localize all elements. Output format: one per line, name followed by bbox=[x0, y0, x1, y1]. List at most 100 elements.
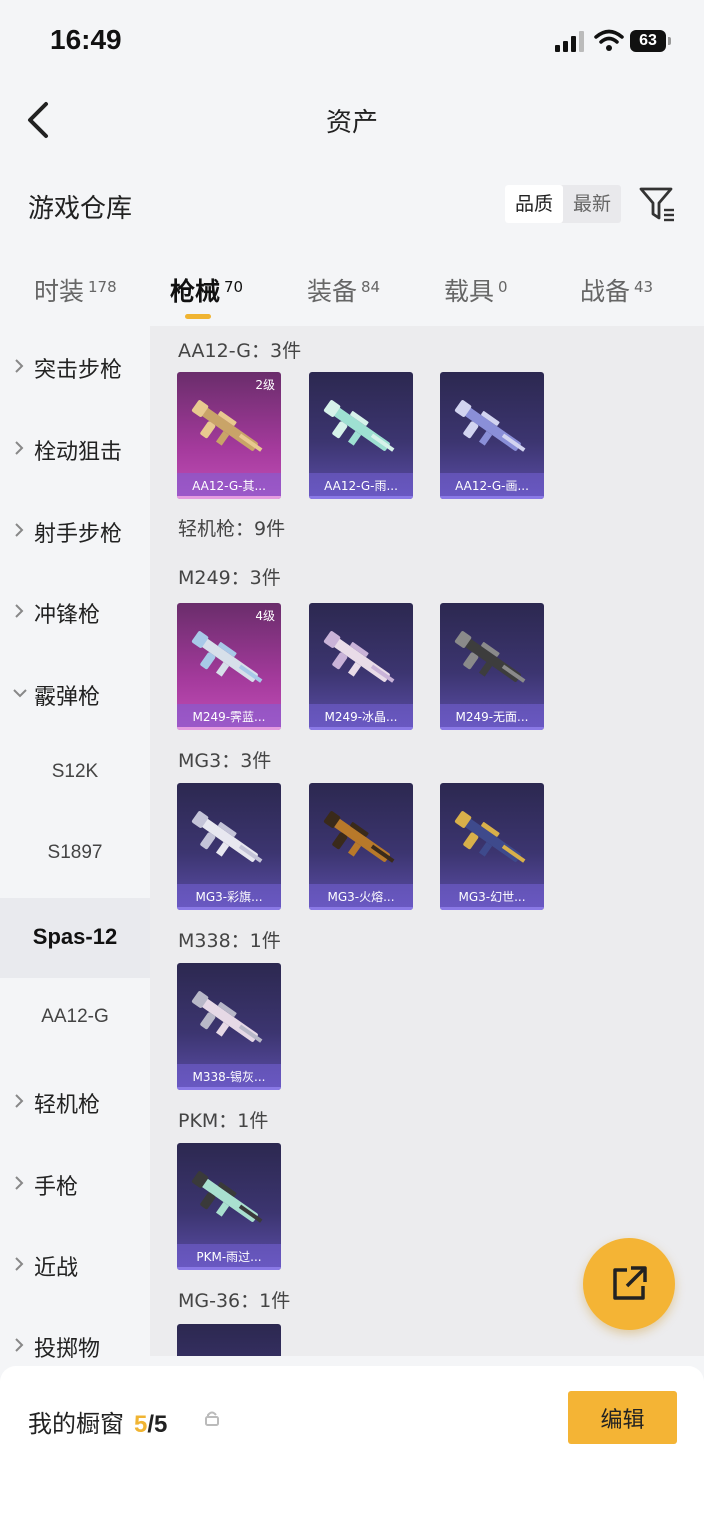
sidebar-item-label: 轻机枪 bbox=[34, 1093, 101, 1118]
sidebar-item-assault-rifle[interactable]: 突击步枪 bbox=[0, 338, 150, 398]
section-title: 游戏仓库 bbox=[28, 194, 133, 224]
edit-button[interactable]: 编辑 bbox=[568, 1391, 677, 1444]
weapon-card[interactable]: M249-冰晶... bbox=[309, 603, 413, 730]
weapon-image-icon bbox=[323, 631, 395, 683]
rarity-stripe bbox=[440, 907, 544, 910]
lock-icon bbox=[205, 1411, 219, 1426]
weapon-card[interactable] bbox=[177, 1324, 281, 1356]
weapon-card[interactable]: AA12-G-画... bbox=[440, 372, 544, 499]
group-title: M249：3件 bbox=[178, 567, 281, 589]
weapon-image-icon bbox=[454, 400, 526, 452]
sort-option-quality[interactable]: 品质 bbox=[505, 185, 563, 223]
chevron-right-icon bbox=[15, 1176, 24, 1190]
sidebar-subitem-s1897[interactable]: S1897 bbox=[0, 828, 150, 888]
showcase-total: /5 bbox=[147, 1411, 168, 1438]
sidebar-item-melee[interactable]: 近战 bbox=[0, 1236, 150, 1296]
weapon-image-icon bbox=[191, 631, 263, 683]
sidebar-item-lmg[interactable]: 轻机枪 bbox=[0, 1073, 150, 1133]
rarity-stripe bbox=[440, 727, 544, 730]
rarity-stripe bbox=[440, 496, 544, 499]
rarity-stripe bbox=[177, 1087, 281, 1090]
sort-option-latest[interactable]: 最新 bbox=[563, 185, 621, 223]
sidebar-subitem-s12k[interactable]: S12K bbox=[0, 747, 150, 807]
showcase-current: 5 bbox=[134, 1411, 148, 1438]
rarity-stripe bbox=[309, 727, 413, 730]
weapon-card[interactable]: M338-锡灰... bbox=[177, 963, 281, 1090]
chevron-right-icon bbox=[15, 1257, 24, 1271]
weapon-card[interactable]: MG3-彩旗... bbox=[177, 783, 281, 910]
category-tabs: 时装 178 枪械 70 装备 84 载具 0 战备 43 bbox=[0, 262, 704, 326]
wifi-icon bbox=[594, 29, 624, 51]
rarity-stripe bbox=[177, 496, 281, 499]
sidebar-subitem-aa12g[interactable]: AA12-G bbox=[0, 992, 150, 1052]
tab-supplies[interactable]: 战备 43 bbox=[580, 272, 653, 308]
sidebar-item-label: 冲锋枪 bbox=[34, 603, 101, 628]
active-tab-indicator bbox=[185, 314, 211, 319]
weapon-card[interactable]: MG3-火熔... bbox=[309, 783, 413, 910]
battery-icon: 63 bbox=[630, 30, 671, 52]
group-title: PKM：1件 bbox=[178, 1110, 269, 1132]
weapon-image-icon bbox=[454, 631, 526, 683]
sidebar-item-label: S1897 bbox=[47, 842, 103, 863]
tab-firearms[interactable]: 枪械 70 bbox=[170, 272, 243, 308]
battery-level: 63 bbox=[630, 30, 666, 52]
sidebar-item-label: S12K bbox=[51, 761, 99, 782]
sidebar-item-label: 霰弹枪 bbox=[34, 685, 101, 710]
weapon-image-icon bbox=[185, 1342, 273, 1356]
chevron-right-icon bbox=[15, 604, 24, 618]
sidebar-item-label: AA12-G bbox=[41, 1006, 109, 1027]
sidebar-item-shotgun[interactable]: 霰弹枪 bbox=[0, 665, 150, 725]
chevron-down-icon bbox=[13, 689, 27, 698]
rarity-stripe bbox=[177, 907, 281, 910]
weapon-card[interactable]: 2级 AA12-G-其... bbox=[177, 372, 281, 499]
sidebar-item-label: Spas-12 bbox=[32, 924, 118, 949]
sidebar-item-bolt-sniper[interactable]: 栓动狙击 bbox=[0, 420, 150, 480]
external-link-icon bbox=[613, 1266, 647, 1300]
chevron-right-icon bbox=[15, 359, 24, 373]
weapon-image-icon bbox=[191, 400, 263, 452]
chevron-right-icon bbox=[15, 1338, 24, 1352]
group-title: MG3：3件 bbox=[178, 750, 272, 772]
weapon-card[interactable]: 4级 M249-霁蓝... bbox=[177, 603, 281, 730]
share-button[interactable] bbox=[583, 1238, 675, 1330]
page-title: 资产 bbox=[325, 108, 378, 138]
sidebar-item-label: 近战 bbox=[34, 1256, 79, 1281]
rarity-stripe bbox=[177, 727, 281, 730]
weapon-image-icon bbox=[191, 1171, 263, 1223]
sort-toggle: 品质 最新 bbox=[505, 185, 621, 223]
sidebar-subitem-spas12[interactable]: Spas-12 bbox=[0, 898, 150, 978]
sidebar-item-smg[interactable]: 冲锋枪 bbox=[0, 583, 150, 643]
chevron-right-icon bbox=[15, 523, 24, 537]
group-title: 轻机枪：9件 bbox=[178, 518, 286, 540]
sidebar-item-label: 射手步枪 bbox=[34, 522, 123, 547]
weapon-image-icon bbox=[323, 811, 395, 863]
tab-fashion[interactable]: 时装 178 bbox=[34, 272, 117, 308]
weapon-card[interactable]: PKM-雨过... bbox=[177, 1143, 281, 1270]
sidebar-item-marksman-rifle[interactable]: 射手步枪 bbox=[0, 502, 150, 562]
level-badge: 4级 bbox=[255, 609, 275, 623]
showcase-summary: 我的橱窗 5/5 bbox=[28, 1404, 167, 1439]
tab-vehicles[interactable]: 载具 0 bbox=[444, 272, 508, 308]
rarity-stripe bbox=[177, 1267, 281, 1270]
weapon-category-sidebar: 突击步枪 栓动狙击 射手步枪 冲锋枪 霰弹枪 S12K S1897 Spas-1… bbox=[0, 326, 150, 1362]
level-badge: 2级 bbox=[255, 378, 275, 392]
cellular-signal-icon bbox=[555, 31, 584, 52]
sidebar-item-pistol[interactable]: 手枪 bbox=[0, 1155, 150, 1215]
chevron-right-icon bbox=[15, 441, 24, 455]
weapon-card[interactable]: MG3-幻世... bbox=[440, 783, 544, 910]
filter-icon[interactable] bbox=[638, 185, 676, 223]
weapon-card[interactable]: M249-无面... bbox=[440, 603, 544, 730]
group-title: AA12-G：3件 bbox=[178, 340, 302, 362]
bottom-bar: 我的橱窗 5/5 编辑 bbox=[0, 1366, 704, 1523]
tab-equipment[interactable]: 装备 84 bbox=[307, 272, 380, 308]
sidebar-item-label: 突击步枪 bbox=[34, 358, 123, 383]
rarity-stripe bbox=[309, 496, 413, 499]
weapon-image-icon bbox=[454, 811, 526, 863]
weapon-card[interactable]: AA12-G-雨... bbox=[309, 372, 413, 499]
sidebar-item-label: 投掷物 bbox=[34, 1337, 101, 1362]
rarity-stripe bbox=[309, 907, 413, 910]
chevron-right-icon bbox=[15, 1094, 24, 1108]
showcase-label: 我的橱窗 bbox=[28, 1410, 124, 1438]
group-title: M338：1件 bbox=[178, 930, 281, 952]
weapon-image-icon bbox=[323, 400, 395, 452]
